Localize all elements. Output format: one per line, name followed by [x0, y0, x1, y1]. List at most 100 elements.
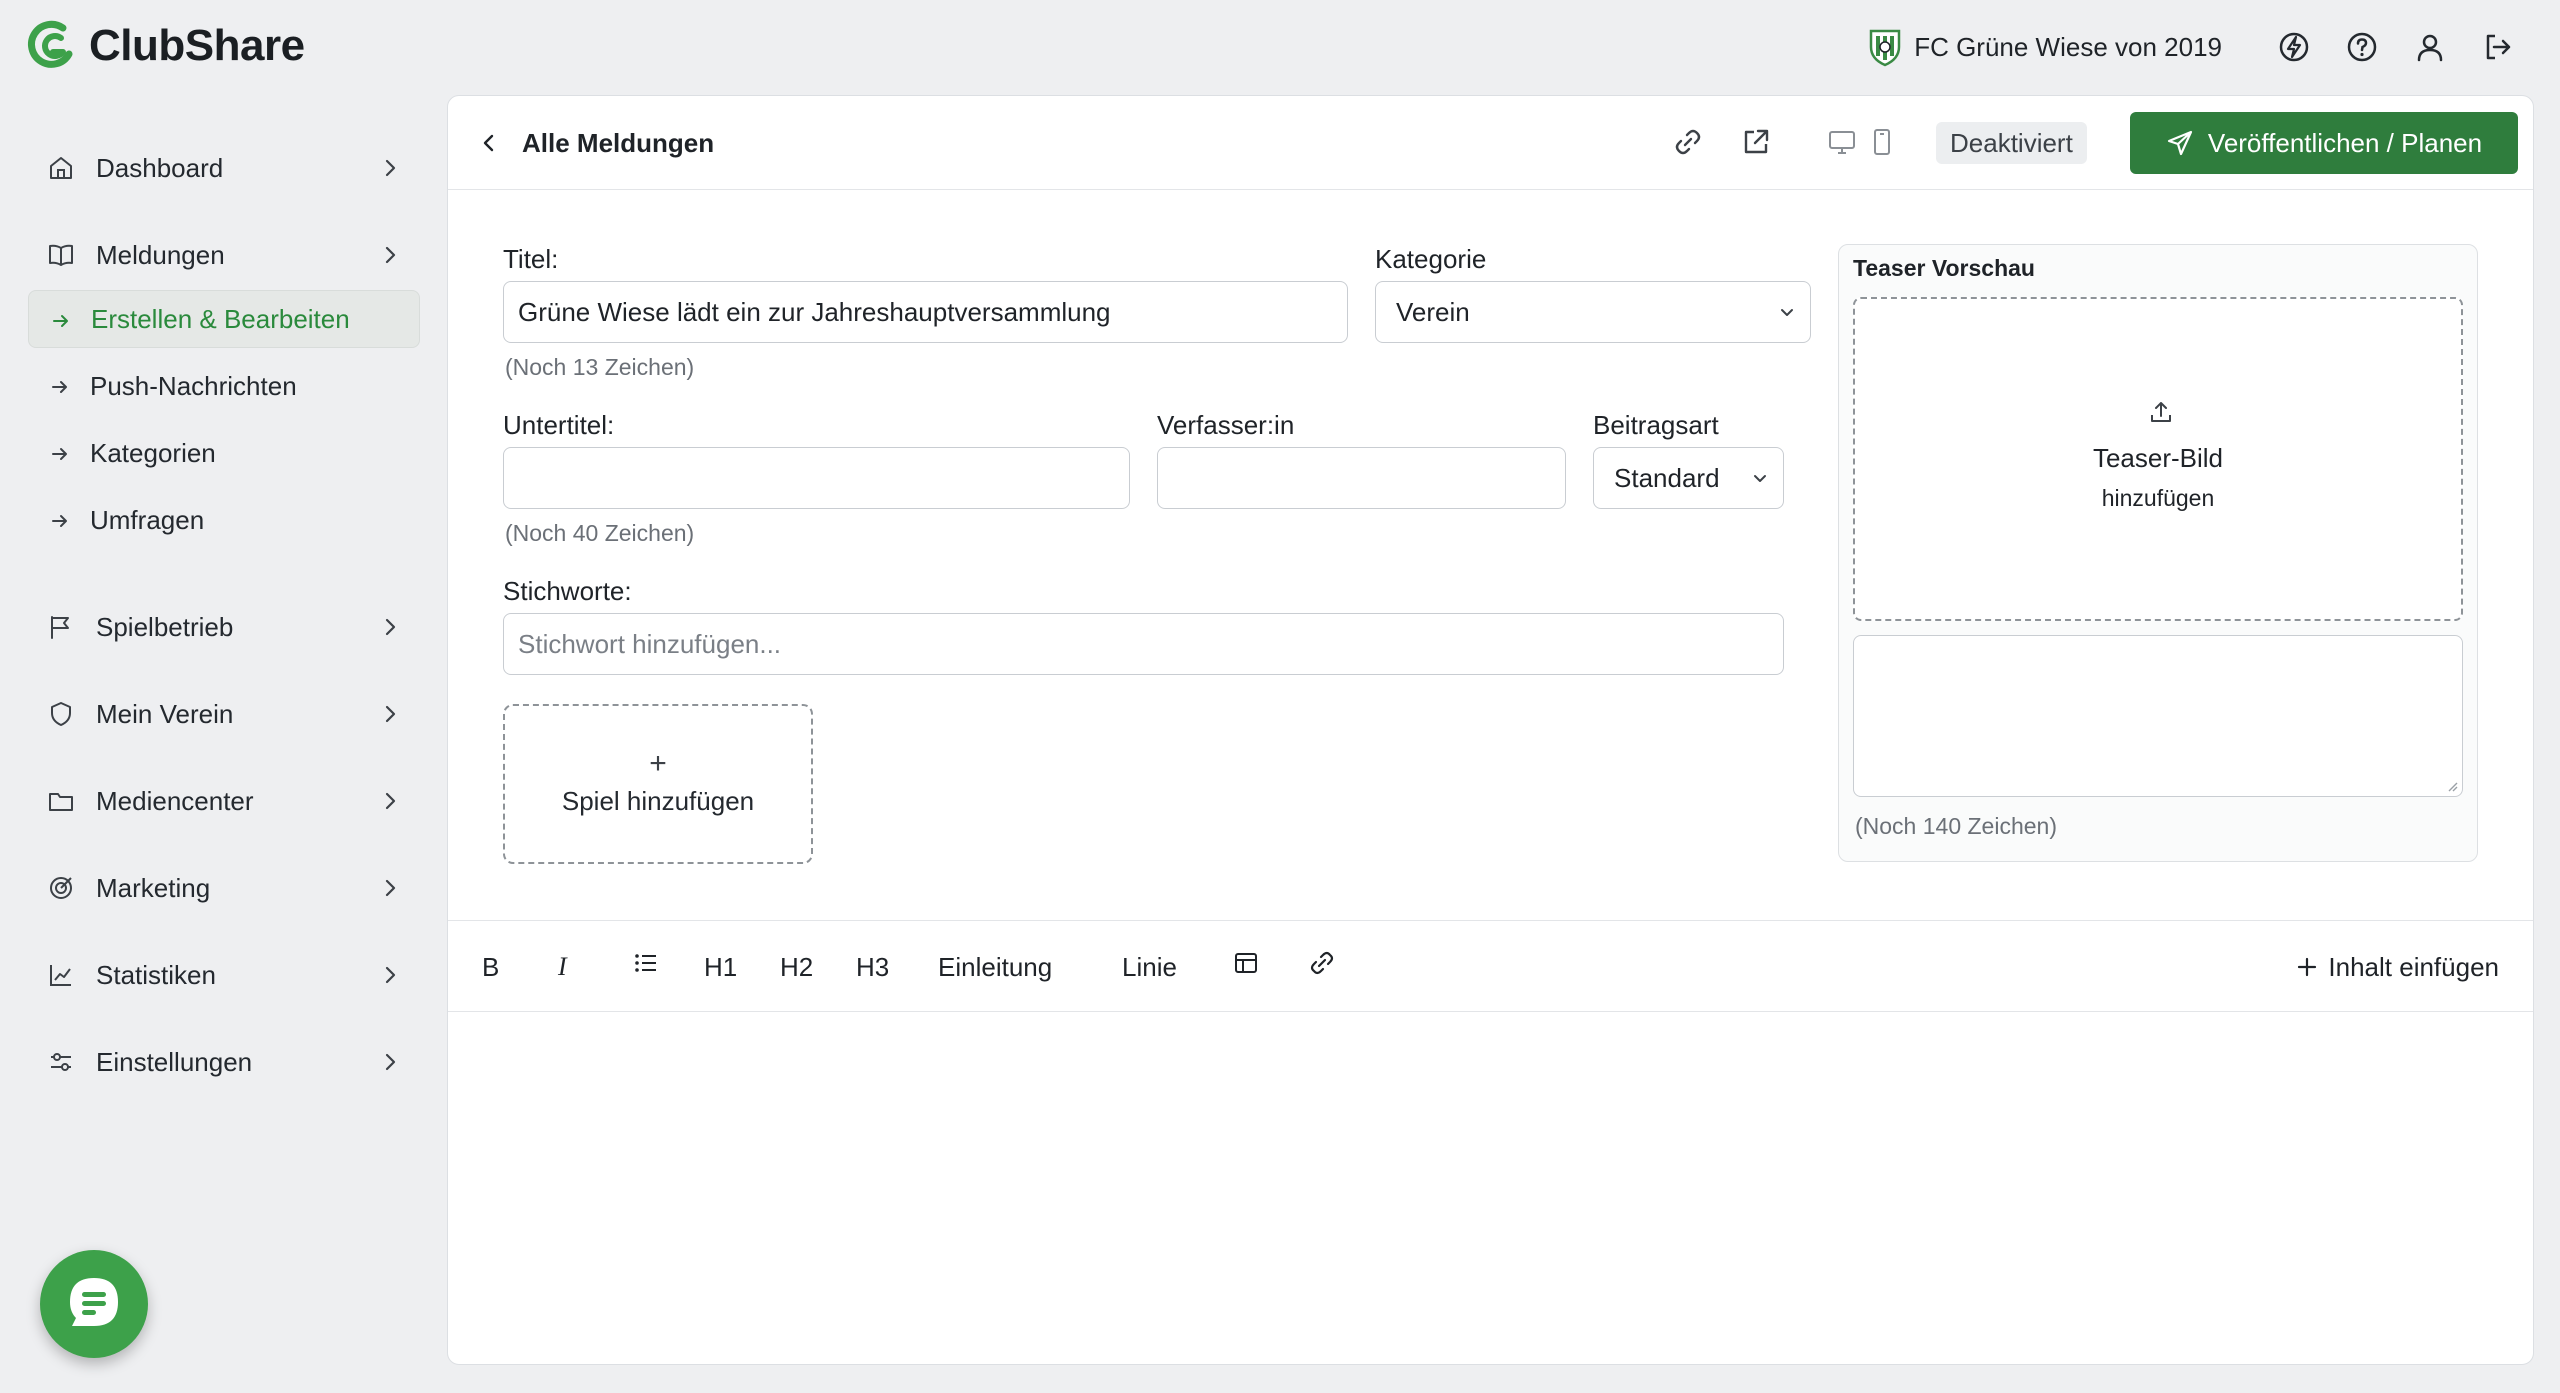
sidebar-item-statistiken[interactable]: Statistiken	[28, 945, 420, 1005]
shield-icon	[51, 702, 71, 726]
plus-icon: +	[649, 746, 667, 780]
logout-button[interactable]	[2476, 25, 2520, 69]
sidebar-subitem-label: Kategorien	[90, 437, 216, 468]
editor-content-area[interactable]	[448, 1014, 2533, 1364]
h3-button[interactable]: H3	[856, 949, 889, 985]
arrow-right-icon	[52, 515, 67, 527]
post-type-label: Beitragsart	[1593, 410, 1719, 440]
chevron-right-icon	[385, 705, 396, 723]
author-input[interactable]	[1157, 447, 1566, 509]
sidebar-subitem-umfragen[interactable]: Umfragen	[28, 491, 420, 549]
line-button[interactable]: Linie	[1122, 949, 1177, 985]
tags-placeholder: Stichwort hinzufügen...	[518, 628, 782, 659]
profile-button[interactable]	[2408, 25, 2452, 69]
arrow-right-icon	[52, 381, 67, 393]
teaser-textarea[interactable]	[1853, 635, 2463, 797]
title-value: Grüne Wiese lädt ein zur Jahreshauptvers…	[518, 296, 1111, 327]
sidebar-subitem-label: Push-Nachrichten	[90, 370, 297, 401]
insert-content-button[interactable]: Inhalt einfügen	[2296, 949, 2499, 985]
category-select[interactable]: Verein	[1375, 281, 1811, 343]
sidebar-item-marketing[interactable]: Marketing	[28, 858, 420, 918]
panel-header: Alle Meldungen Deaktiviert Veröffentlich…	[448, 96, 2533, 190]
add-game-label: Spiel hinzufügen	[561, 785, 755, 816]
chevron-right-icon	[385, 1053, 396, 1071]
link-icon[interactable]	[1308, 949, 1336, 977]
italic-button[interactable]: I	[558, 949, 567, 985]
club-crest-icon	[1869, 29, 1901, 67]
sidebar-item-mein-verein[interactable]: Mein Verein	[28, 684, 420, 744]
sidebar-item-einstellungen[interactable]: Einstellungen	[28, 1032, 420, 1092]
app-logo[interactable]: ClubShare	[25, 18, 305, 74]
sidebar-item-spielbetrieb[interactable]: Spielbetrieb	[28, 597, 420, 657]
sidebar-item-label: Meldungen	[96, 239, 225, 270]
sidebar-item-label: Spielbetrieb	[96, 611, 234, 642]
intro-button[interactable]: Einleitung	[938, 949, 1052, 985]
upload-icon	[2151, 402, 2171, 422]
sidebar-item-mediencenter[interactable]: Mediencenter	[28, 771, 420, 831]
sidebar-item-label: Mediencenter	[96, 785, 254, 816]
sidebar-item-label: Mein Verein	[96, 698, 234, 729]
folder-icon	[49, 793, 73, 811]
teaser-char-hint: (Noch 140 Zeichen)	[1855, 813, 2057, 839]
subtitle-char-hint: (Noch 40 Zeichen)	[505, 520, 695, 546]
title-char-hint: (Noch 13 Zeichen)	[505, 354, 695, 380]
chevron-down-icon	[1754, 475, 1766, 482]
link-icon[interactable]	[1672, 126, 1704, 158]
mobile-preview-icon[interactable]	[1866, 126, 1898, 158]
back-icon[interactable]	[476, 130, 502, 156]
h1-button[interactable]: H1	[704, 949, 737, 985]
arrow-right-icon	[52, 448, 67, 460]
desktop-preview-icon[interactable]	[1826, 126, 1858, 158]
sidebar-item-label: Statistiken	[96, 959, 216, 990]
teaser-image-sublabel: hinzufügen	[2101, 485, 2215, 511]
author-label: Verfasser:in	[1157, 410, 1295, 440]
title-input[interactable]: Grüne Wiese lädt ein zur Jahreshauptvers…	[503, 281, 1348, 343]
arrow-right-icon	[53, 315, 68, 327]
help-button[interactable]	[2340, 25, 2384, 69]
sliders-icon	[51, 1053, 71, 1071]
subtitle-label: Untertitel:	[503, 410, 615, 440]
teaser-title: Teaser Vorschau	[1853, 255, 2035, 281]
app-name: ClubShare	[89, 21, 305, 70]
logout-icon	[2486, 34, 2511, 60]
bolt-button[interactable]	[2272, 25, 2316, 69]
bold-button[interactable]: B	[482, 949, 499, 985]
chevron-down-icon	[1781, 309, 1793, 316]
teaser-image-label: Teaser-Bild	[2092, 443, 2224, 473]
table-icon[interactable]	[1232, 949, 1260, 977]
club-selector[interactable]: FC Grüne Wiese von 2019	[1868, 27, 2222, 67]
sidebar-subitem-push[interactable]: Push-Nachrichten	[28, 357, 420, 415]
bullet-list-icon[interactable]	[632, 949, 660, 977]
sidebar-subitem-kategorien[interactable]: Kategorien	[28, 424, 420, 482]
user-icon	[2417, 34, 2443, 62]
post-type-select[interactable]: Standard	[1593, 447, 1784, 509]
subtitle-input[interactable]	[503, 447, 1130, 509]
title-label: Titel:	[503, 244, 559, 274]
category-label: Kategorie	[1375, 244, 1487, 274]
publish-button-label: Veröffentlichen / Planen	[2207, 127, 2483, 158]
chat-icon	[70, 1278, 118, 1326]
sidebar-subitem-label: Umfragen	[90, 504, 205, 535]
chevron-right-icon	[385, 159, 396, 177]
back-link-title[interactable]: Alle Meldungen	[522, 128, 714, 159]
sidebar-item-meldungen[interactable]: Meldungen	[28, 225, 420, 285]
sidebar-subitem-erstellen[interactable]: Erstellen & Bearbeiten	[28, 290, 420, 348]
external-link-icon[interactable]	[1740, 126, 1772, 158]
teaser-image-dropzone[interactable]: Teaser-Bild hinzufügen	[1853, 297, 2463, 621]
resize-grip-icon[interactable]	[2446, 780, 2458, 792]
status-badge[interactable]: Deaktiviert	[1936, 122, 2087, 164]
club-name: FC Grüne Wiese von 2019	[1914, 31, 2222, 62]
chevron-right-icon	[385, 246, 396, 264]
post-type-value: Standard	[1614, 462, 1720, 493]
tags-input[interactable]: Stichwort hinzufügen...	[503, 613, 1784, 675]
sidebar-item-dashboard[interactable]: Dashboard	[28, 138, 420, 198]
sidebar-item-label: Marketing	[96, 872, 211, 903]
chat-button[interactable]	[40, 1250, 148, 1358]
publish-button[interactable]: Veröffentlichen / Planen	[2130, 112, 2518, 174]
editor-panel: Alle Meldungen Deaktiviert Veröffentlich…	[447, 95, 2534, 1365]
insert-content-label: Inhalt einfügen	[2328, 951, 2499, 982]
book-icon	[49, 244, 73, 266]
add-game-button[interactable]: + Spiel hinzufügen	[503, 704, 813, 864]
target-icon	[50, 877, 72, 899]
h2-button[interactable]: H2	[780, 949, 813, 985]
